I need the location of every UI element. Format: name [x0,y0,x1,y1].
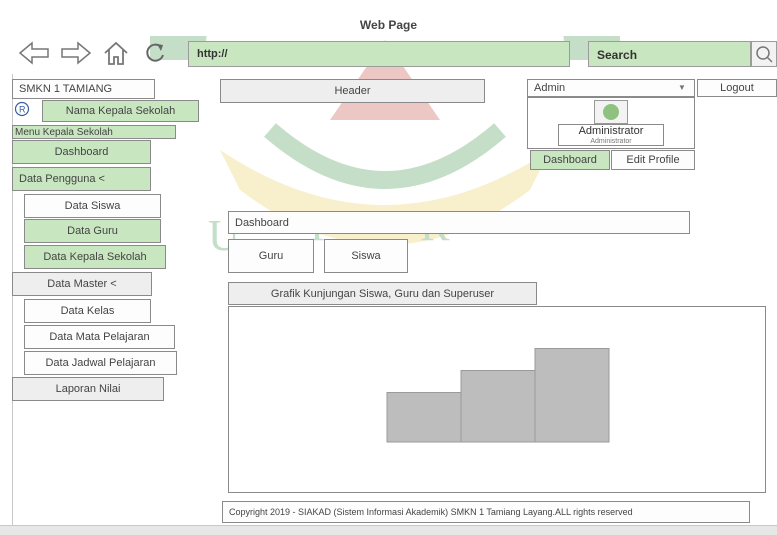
profile-name: Administrator [578,125,644,137]
tab-dashboard[interactable]: Dashboard [530,150,610,170]
user-select-value: Admin [534,82,566,94]
chart-panel [228,306,766,493]
registered-logo-icon: R [14,101,30,117]
sidebar-item-data-siswa[interactable]: Data Siswa [24,194,161,218]
svg-text:R: R [19,105,26,115]
browser-bottom-bar [0,525,777,535]
chart-bar-3 [534,348,610,443]
browser-search-input[interactable]: Search [588,41,751,67]
tab-guru[interactable]: Guru [228,239,314,273]
chart-bar-2 [460,370,536,443]
reload-icon[interactable] [142,40,168,66]
footer-copyright: Copyright 2019 - SIAKAD (Sistem Informas… [222,501,750,523]
chevron-down-icon[interactable]: ▼ [678,83,690,93]
brand-label: SMKN 1 TAMIANG [12,79,155,99]
sidebar-item-data-master[interactable]: Data Master < [12,272,152,296]
window-title: Web Page [359,18,418,32]
forward-arrow-icon[interactable] [60,40,92,66]
breadcrumb: Dashboard [228,211,690,234]
logout-button[interactable]: Logout [697,79,777,97]
tab-siswa[interactable]: Siswa [324,239,408,273]
sidebar-item-data-mata-pelajaran[interactable]: Data Mata Pelajaran [24,325,175,349]
address-bar[interactable]: http:// [188,41,570,67]
profile-role: Administrator [590,138,632,145]
user-select[interactable]: Admin [527,79,695,97]
sidebar-user-name: Nama Kepala Sekolah [42,100,199,122]
visit-chart [386,348,610,443]
sidebar-item-data-kepala-sekolah[interactable]: Data Kepala Sekolah [24,245,166,269]
header-placeholder: Header [220,79,485,103]
sidebar-item-data-guru[interactable]: Data Guru [24,219,161,243]
avatar [594,100,628,124]
sidebar-item-laporan-nilai[interactable]: Laporan Nilai [12,377,164,401]
sidebar-menu-title: Menu Kepala Sekolah [12,125,176,139]
back-arrow-icon[interactable] [18,40,50,66]
magnifier-icon[interactable] [751,41,777,67]
sidebar-item-data-kelas[interactable]: Data Kelas [24,299,151,323]
sidebar-item-data-jadwal-pelajaran[interactable]: Data Jadwal Pelajaran [24,351,177,375]
profile-card: Administrator Administrator [558,124,664,146]
chart-bar-1 [386,392,462,443]
sidebar-item-data-pengguna[interactable]: Data Pengguna < [12,167,151,191]
home-icon[interactable] [102,40,130,66]
tab-edit-profile[interactable]: Edit Profile [611,150,695,170]
chart-title: Grafik Kunjungan Siswa, Guru dan Superus… [228,282,537,305]
sidebar-item-dashboard[interactable]: Dashboard [12,140,151,164]
